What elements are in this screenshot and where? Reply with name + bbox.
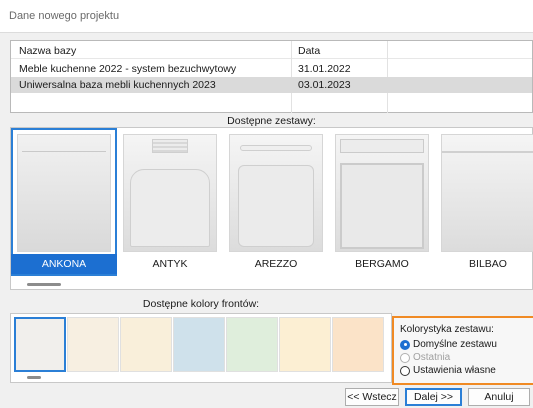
set-name: ANKONA <box>11 254 117 274</box>
cabinet-preview-image <box>123 134 217 252</box>
color-swatch[interactable] <box>173 317 225 372</box>
next-button[interactable]: Dalej >> <box>405 388 462 406</box>
set-name: AREZZO <box>254 258 298 270</box>
radio-custom-colors[interactable]: Ustawienia własne <box>400 364 496 377</box>
sets-scrollbar[interactable] <box>27 283 61 286</box>
color-swatch[interactable] <box>279 317 331 372</box>
cabinet-preview-image <box>441 134 533 252</box>
set-name: BILBAO <box>469 258 507 270</box>
radio-label: Ostatnia <box>413 352 451 363</box>
back-button[interactable]: << Wstecz <box>345 388 399 406</box>
window-title: Dane nowego projektu <box>9 10 120 22</box>
front-colors-gallery[interactable] <box>10 313 392 383</box>
set-tile-bergamo[interactable]: BERGAMO <box>329 128 435 276</box>
radio-label: Ustawienia własne <box>413 365 496 376</box>
table-cell-name: Meble kuchenne 2022 - system bezuchwytow… <box>19 63 237 75</box>
radio-indicator <box>400 339 410 350</box>
sets-label: Dostępne zestawy: <box>227 115 316 127</box>
color-swatch[interactable] <box>332 317 384 372</box>
radio-label: Domyślne zestawu <box>413 339 497 350</box>
radio-last-colors[interactable]: Ostatnia <box>400 351 450 364</box>
header-divider <box>11 58 532 59</box>
color-scheme-legend: Kolorystyka zestawu: <box>400 324 494 335</box>
cancel-button[interactable]: Anuluj <box>468 388 530 406</box>
set-name: BERGAMO <box>355 258 409 270</box>
table-cell-name: Uniwersalna baza mebli kuchennych 2023 <box>19 79 216 91</box>
column-header-name[interactable]: Nazwa bazy <box>19 45 76 57</box>
column-header-date[interactable]: Data <box>298 45 320 57</box>
color-scheme-group: Kolorystyka zestawu: Domyślne zestawu Os… <box>392 316 533 385</box>
table-cell-date: 31.01.2022 <box>298 63 351 75</box>
radio-indicator <box>400 365 410 376</box>
set-tile-ankona[interactable]: ANKONA <box>11 128 117 276</box>
sets-gallery[interactable]: ANKONA ANTYK AREZZO BERGAMO BILBAO <box>10 127 533 290</box>
table-row-selected[interactable]: Uniwersalna baza mebli kuchennych 2023 0… <box>11 77 532 93</box>
cabinet-preview-image <box>229 134 323 252</box>
radio-indicator <box>400 352 410 363</box>
set-tile-bilbao[interactable]: BILBAO <box>435 128 533 276</box>
table-row[interactable]: Meble kuchenne 2022 - system bezuchwytow… <box>11 61 532 77</box>
set-tile-arezzo[interactable]: AREZZO <box>223 128 329 276</box>
set-tile-antyk[interactable]: ANTYK <box>117 128 223 276</box>
color-swatch[interactable] <box>67 317 119 372</box>
front-colors-label: Dostępne kolory frontów: <box>142 298 260 310</box>
cabinet-preview-image <box>335 134 429 252</box>
database-table[interactable]: Nazwa bazy Data Meble kuchenne 2022 - sy… <box>10 40 533 113</box>
set-name: ANTYK <box>152 258 188 270</box>
color-swatch[interactable] <box>226 317 278 372</box>
cabinet-preview-image <box>17 134 111 252</box>
title-bar: Dane nowego projektu <box>0 0 533 33</box>
radio-default-colors[interactable]: Domyślne zestawu <box>400 338 497 351</box>
table-cell-date: 03.01.2023 <box>298 79 351 91</box>
colors-scrollbar[interactable] <box>27 376 41 379</box>
color-swatch[interactable] <box>14 317 66 372</box>
color-swatch[interactable] <box>120 317 172 372</box>
